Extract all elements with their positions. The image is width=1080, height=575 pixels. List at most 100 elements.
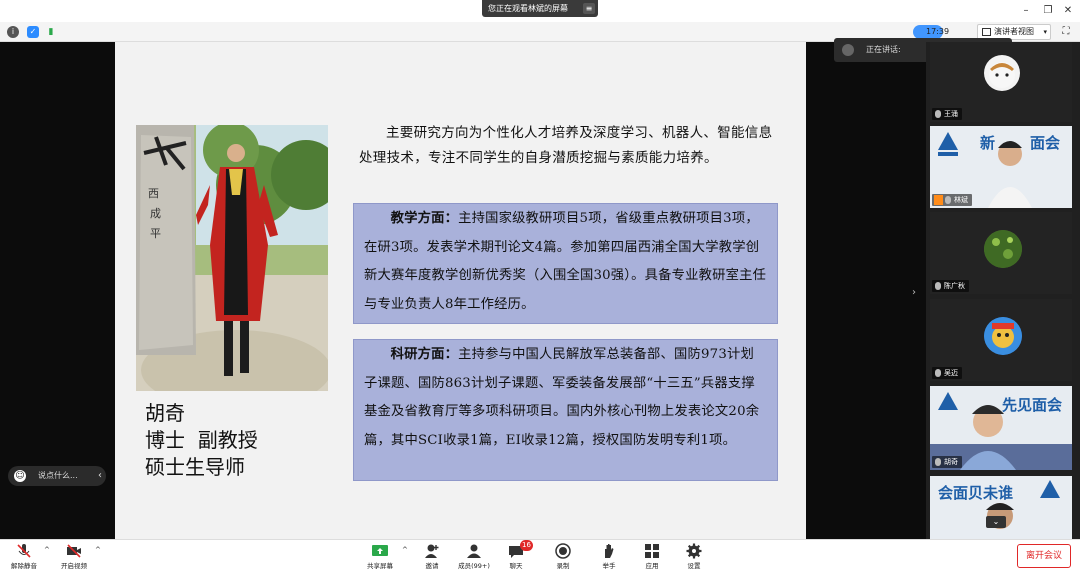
avatar xyxy=(984,317,1022,355)
participant-tile[interactable]: 新 面会 林斌 xyxy=(930,126,1072,208)
presentation-slide: 西 成 平 胡奇 博士 副教授 硕士生导师 主要研究方向为个性化人才培养及深度学… xyxy=(115,42,806,539)
teaching-box: 教学方面：主持国家级教研项目5项，省级重点教研项目3项，在研3项。发表学术期刊论… xyxy=(353,203,778,324)
raise-hand-button[interactable]: 举手 xyxy=(589,543,629,575)
hand-icon xyxy=(605,544,614,558)
start-video-label: 开启视频 xyxy=(61,562,87,570)
participant-tile[interactable]: 先见面会 胡奇 xyxy=(930,386,1072,470)
research-heading: 科研方面： xyxy=(390,347,459,362)
participants-button[interactable]: 成员(99+) xyxy=(454,543,494,575)
svg-text:成: 成 xyxy=(150,207,161,220)
speaking-label: 正在讲话: xyxy=(866,45,901,54)
mic-muted-icon xyxy=(17,544,31,558)
record-button[interactable]: 录制 xyxy=(543,543,583,575)
professor-role: 硕士生导师 xyxy=(145,455,245,479)
svg-text:面会: 面会 xyxy=(1030,134,1060,152)
participant-name: 吴迈 xyxy=(932,367,962,379)
view-mode-label: 演讲者视图 xyxy=(994,27,1034,36)
mic-off-icon xyxy=(935,110,941,118)
minimize-icon[interactable]: – xyxy=(1018,3,1034,19)
host-icon xyxy=(934,195,943,205)
chevron-up-icon[interactable]: ^ xyxy=(44,546,50,554)
apps-button[interactable]: 应用 xyxy=(632,543,672,575)
participants-label: 成员(99+) xyxy=(458,562,490,570)
raise-hand-label: 举手 xyxy=(602,562,616,570)
research-text: 主持参与中国人民解放军总装备部、国防973计划子课题、国防863计划子课题、军委… xyxy=(364,347,760,448)
teaching-heading: 教学方面： xyxy=(390,211,459,226)
professor-photo: 西 成 平 xyxy=(136,125,328,391)
avatar xyxy=(984,230,1022,268)
chevron-down-icon[interactable]: ⌄ xyxy=(986,516,1006,528)
chevron-down-icon: ▾ xyxy=(1043,28,1047,36)
chat-badge: 16 xyxy=(520,540,533,551)
invite-label: 邀请 xyxy=(425,562,439,570)
research-box: 科研方面：主持参与中国人民解放军总装备部、国防973计划子课题、国防863计划子… xyxy=(353,339,778,481)
research-intro: 主要研究方向为个性化人才培养及深度学习、机器人、智能信息处理技术，专注不同学生的… xyxy=(359,125,773,166)
mic-off-icon xyxy=(935,369,941,377)
invite-button[interactable]: 邀请 xyxy=(412,543,452,575)
chat-button[interactable]: 16 聊天 xyxy=(496,540,536,575)
screen-share-banner-label: 您正在观看林斌的屏幕 xyxy=(488,4,568,13)
title-bar: 您正在观看林斌的屏幕 ≡ – ❐ ✕ xyxy=(0,0,1080,22)
gear-icon xyxy=(686,543,702,559)
signal-icon[interactable]: ▮ xyxy=(45,26,57,38)
unmute-label: 解除静音 xyxy=(11,562,37,570)
collapse-icon[interactable]: ‹ xyxy=(98,466,102,486)
mic-off-icon xyxy=(935,282,941,290)
participant-tile[interactable]: 王涌 xyxy=(930,42,1072,122)
professor-title: 博士 副教授 xyxy=(145,428,258,452)
meeting-timer: 17:39 xyxy=(926,27,950,36)
participant-name: 胡奇 xyxy=(932,456,962,468)
avatar xyxy=(984,55,1020,91)
fullscreen-icon[interactable]: ⛶ xyxy=(1059,25,1073,39)
unmute-button[interactable]: 解除静音 xyxy=(4,543,44,575)
share-screen-label: 共享屏幕 xyxy=(367,562,393,570)
participant-name: 林斌 xyxy=(932,194,972,206)
settings-button[interactable]: 设置 xyxy=(674,543,714,575)
apps-icon xyxy=(645,544,659,558)
start-video-button[interactable]: 开启视频 xyxy=(54,543,94,575)
settings-label: 设置 xyxy=(687,562,701,570)
chevron-up-icon[interactable]: ^ xyxy=(95,546,101,554)
share-screen-button[interactable]: 共享屏幕 xyxy=(360,543,400,575)
meeting-controls: 解除静音 ^ 开启视频 ^ 共享屏幕 ^ 邀请 成员(99+) 16 聊天 录制… xyxy=(0,539,1080,575)
invite-icon xyxy=(425,544,439,558)
close-icon[interactable]: ✕ xyxy=(1060,3,1076,19)
leave-meeting-button[interactable]: 离开会议 xyxy=(1017,544,1071,568)
participant-tile[interactable]: 陈广秋 xyxy=(930,212,1072,294)
svg-text:会面贝未谁: 会面贝未谁 xyxy=(938,484,1013,502)
mic-icon xyxy=(945,196,951,204)
chat-label: 聊天 xyxy=(509,562,523,570)
participants-icon xyxy=(467,544,481,558)
record-label: 录制 xyxy=(556,562,570,570)
participant-tile[interactable]: 会面贝未谁 ⌄ xyxy=(930,476,1072,539)
info-icon[interactable]: i xyxy=(7,26,19,38)
shield-icon[interactable]: ✓ xyxy=(27,26,39,38)
screen-share-banner[interactable]: 您正在观看林斌的屏幕 ≡ xyxy=(482,0,598,17)
shared-screen: 西 成 平 胡奇 博士 副教授 硕士生导师 主要研究方向为个性化人才培养及深度学… xyxy=(0,42,926,539)
participant-gallery: 王涌 新 面会 林斌 陈广秋 吴迈 先见面会 胡奇 会面贝未谁 ⌄ xyxy=(926,42,1080,539)
professor-name-block: 胡奇 博士 副教授 硕士生导师 xyxy=(145,400,258,481)
emoji-icon[interactable]: ☺ xyxy=(14,470,26,482)
video-off-icon xyxy=(67,544,81,558)
chevron-up-icon[interactable]: ^ xyxy=(402,546,408,554)
participant-tile[interactable]: 吴迈 xyxy=(930,299,1072,381)
chat-input-pill[interactable]: ☺ 说点什么... ‹ xyxy=(8,466,106,486)
restore-icon[interactable]: ❐ xyxy=(1040,3,1056,19)
svg-text:西: 西 xyxy=(148,187,159,200)
chevron-right-icon[interactable]: › xyxy=(912,287,916,298)
mic-off-icon xyxy=(935,458,941,466)
teaching-text: 主持国家级教研项目5项，省级重点教研项目3项，在研3项。发表学术期刊论文4篇。参… xyxy=(364,211,767,312)
view-options-icon[interactable]: ≡ xyxy=(583,3,595,14)
participant-name: 陈广秋 xyxy=(932,280,969,292)
layout-icon xyxy=(982,28,991,36)
chat-placeholder: 说点什么... xyxy=(38,471,78,480)
svg-text:先见面会: 先见面会 xyxy=(1002,396,1062,414)
share-screen-icon xyxy=(372,545,388,556)
record-icon xyxy=(555,543,571,559)
professor-name: 胡奇 xyxy=(145,401,185,425)
svg-text:新: 新 xyxy=(980,134,995,152)
speaker-avatar xyxy=(842,44,854,56)
participant-name: 王涌 xyxy=(932,108,962,120)
apps-label: 应用 xyxy=(645,562,659,570)
svg-text:平: 平 xyxy=(150,227,161,240)
